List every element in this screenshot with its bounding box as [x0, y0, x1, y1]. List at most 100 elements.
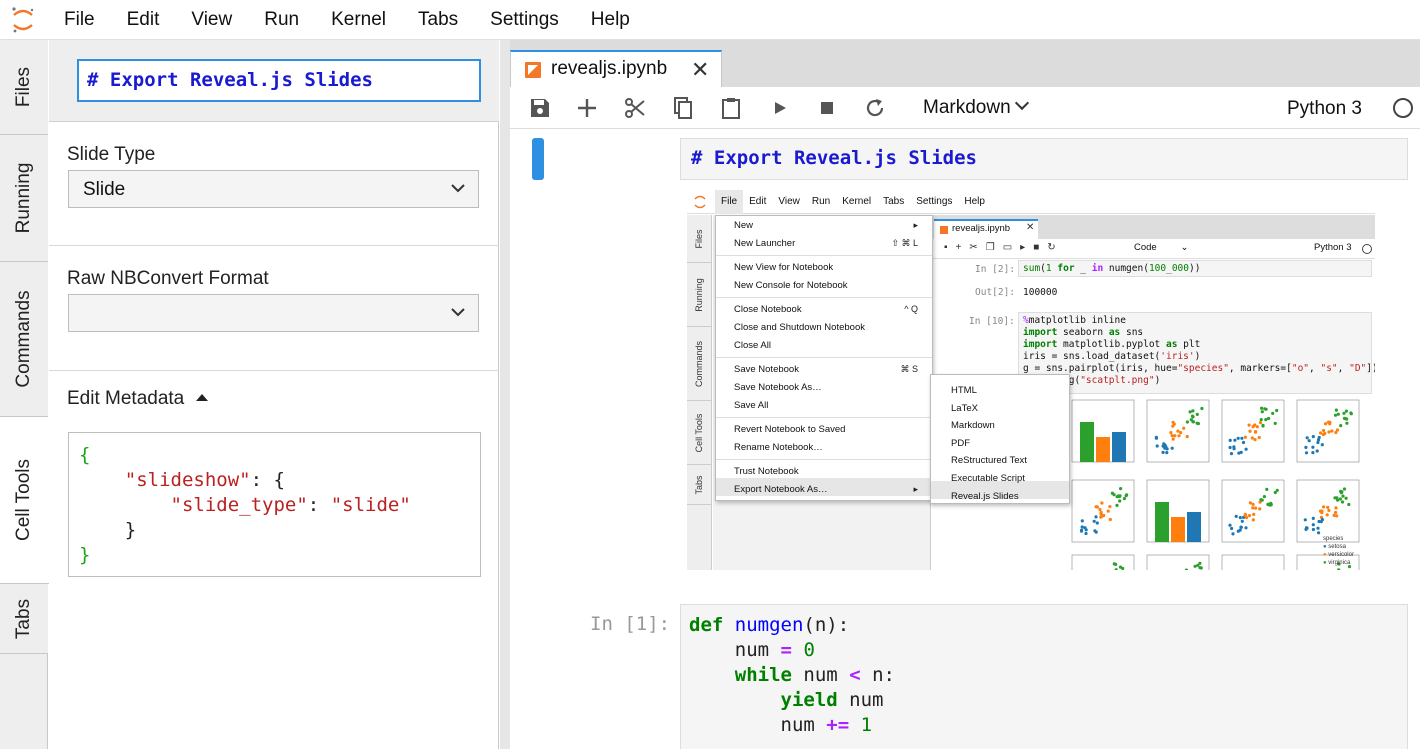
scatter-point — [1195, 412, 1199, 416]
tab-tabs[interactable]: Tabs — [0, 584, 48, 654]
menu-tabs[interactable]: Tabs — [402, 0, 474, 40]
scatter-point — [1307, 439, 1311, 443]
metadata-editor[interactable]: { "slideshow": { "slide_type": "slide" }… — [68, 432, 481, 577]
scatter-point — [1251, 506, 1255, 510]
tab-running[interactable]: Running — [0, 135, 48, 262]
scatter-point — [1239, 450, 1243, 454]
menu-help[interactable]: Help — [575, 0, 646, 40]
scatter-point — [1248, 429, 1252, 433]
scatter-point — [1244, 526, 1248, 530]
menu-kernel[interactable]: Kernel — [315, 0, 402, 40]
embedded-file-menu-item: Close Notebook — [734, 304, 802, 315]
scatter-point — [1172, 422, 1176, 426]
restart-icon[interactable] — [863, 96, 887, 120]
scatter-point — [1083, 526, 1087, 530]
scatter-point — [1260, 410, 1264, 414]
embedded-file-menu-item: New — [734, 220, 754, 231]
edit-metadata-toggle[interactable]: Edit Metadata — [67, 388, 209, 410]
scatter-point — [1161, 450, 1165, 454]
save-icon[interactable] — [528, 96, 552, 120]
scatter-point — [1334, 510, 1338, 515]
cell-type-dropdown[interactable]: Markdown — [923, 95, 1029, 119]
scatter-point — [1118, 565, 1123, 569]
embedded-tab-label: revealjs.ipynb — [952, 223, 1011, 234]
json-open-brace: { — [79, 444, 91, 466]
scatter-point — [1262, 495, 1266, 499]
scatter-point — [1118, 499, 1122, 503]
legend-label: versicolor — [1328, 552, 1354, 558]
code-token: numgen — [734, 614, 804, 636]
menu-settings[interactable]: Settings — [474, 0, 575, 40]
embedded-file-menu-item: Revert Notebook to Saved — [734, 424, 846, 435]
scatter-point — [1327, 508, 1331, 512]
tab-files[interactable]: Files — [0, 40, 48, 135]
cell-collapser[interactable] — [532, 138, 544, 180]
notebook-cells: # Export Reveal.js Slides File Edit View… — [510, 130, 1420, 749]
scatter-point — [1316, 438, 1321, 442]
embedded-menu-shortcut: ⇧ ⌘ L — [891, 238, 918, 248]
menu-run[interactable]: Run — [248, 0, 315, 40]
add-icon[interactable] — [575, 96, 599, 120]
scatter-point — [1155, 444, 1159, 448]
scatter-point — [1273, 421, 1277, 425]
left-sidebar-tabs: Files Running Commands Cell Tools Tabs — [0, 40, 49, 749]
embedded-cell-type-value: Code — [1134, 242, 1157, 253]
scatter-point — [1099, 512, 1103, 516]
paste-icon[interactable] — [719, 96, 743, 120]
scatter-point — [1265, 487, 1269, 491]
scatter-point — [1080, 519, 1084, 523]
tab-commands[interactable]: Commands — [0, 262, 48, 417]
menu-edit[interactable]: Edit — [111, 0, 176, 40]
embedded-file-menu-item: Close and Shutdown Notebook — [734, 322, 865, 333]
scatter-point — [1231, 532, 1235, 536]
scatter-point — [1196, 563, 1200, 567]
embedded-menu-shortcut: ▸ — [913, 220, 918, 230]
embedded-tab-label: Commands — [694, 340, 704, 387]
scatter-point — [1340, 500, 1345, 504]
embedded-file-menu-item: Export Notebook As… — [734, 484, 828, 495]
histogram-bar — [1112, 432, 1126, 462]
tab-cell-tools[interactable]: Cell Tools — [0, 417, 49, 584]
menu-view[interactable]: View — [175, 0, 248, 40]
scatter-point — [1233, 438, 1237, 442]
markdown-cell-editor[interactable]: # Export Reveal.js Slides — [680, 138, 1408, 180]
scatter-point — [1347, 502, 1351, 507]
embedded-tab-tabs: Tabs — [687, 465, 712, 505]
raw-format-select[interactable] — [68, 294, 479, 332]
scatter-point — [1326, 420, 1330, 424]
menu-file[interactable]: File — [48, 0, 111, 40]
kernel-name[interactable]: Python 3 — [1287, 98, 1362, 120]
scatter-point — [1251, 502, 1255, 506]
embedded-prompt: In [2]: — [975, 264, 1016, 275]
scatter-point — [1164, 445, 1168, 449]
scatter-point — [1254, 430, 1258, 434]
embedded-file-menu-item: Save All — [734, 400, 769, 411]
scatter-point — [1327, 430, 1331, 434]
scatter-point — [1344, 409, 1348, 413]
json-key-slideshow: "slideshow" — [124, 469, 251, 491]
histogram-bar — [1187, 512, 1201, 542]
notebook-icon — [525, 62, 541, 78]
scatter-point — [1250, 436, 1254, 440]
menu-separator — [716, 297, 932, 298]
notebook-icon — [940, 226, 948, 234]
embedded-tab-label: Tabs — [694, 474, 704, 495]
copy-icon[interactable] — [671, 96, 695, 120]
active-cell-preview[interactable]: # Export Reveal.js Slides — [77, 59, 481, 102]
tab-revealjs-notebook[interactable]: revealjs.ipynb ✕ — [510, 50, 722, 87]
histogram-bar — [1096, 437, 1110, 462]
slide-type-select[interactable]: Slide — [68, 170, 479, 208]
embedded-code-cell: sum(1 for _ in numgen(100_000)) — [1018, 260, 1372, 277]
scatter-point — [1322, 505, 1326, 509]
stop-icon[interactable] — [815, 96, 839, 120]
embedded-menu-shortcut: ^ Q — [904, 304, 918, 314]
cut-icon[interactable] — [623, 96, 647, 120]
embedded-menu-edit: Edit — [749, 196, 767, 207]
close-icon[interactable]: ✕ — [691, 57, 709, 83]
run-icon[interactable] — [768, 96, 792, 120]
legend-label: setosa — [1328, 544, 1346, 550]
scatter-point — [1117, 494, 1122, 499]
tab-commands-label: Commands — [13, 290, 34, 388]
code-cell-editor[interactable]: def numgen(n): num = 0 while num < n: yi… — [680, 604, 1408, 749]
scatter-point — [1165, 451, 1169, 455]
